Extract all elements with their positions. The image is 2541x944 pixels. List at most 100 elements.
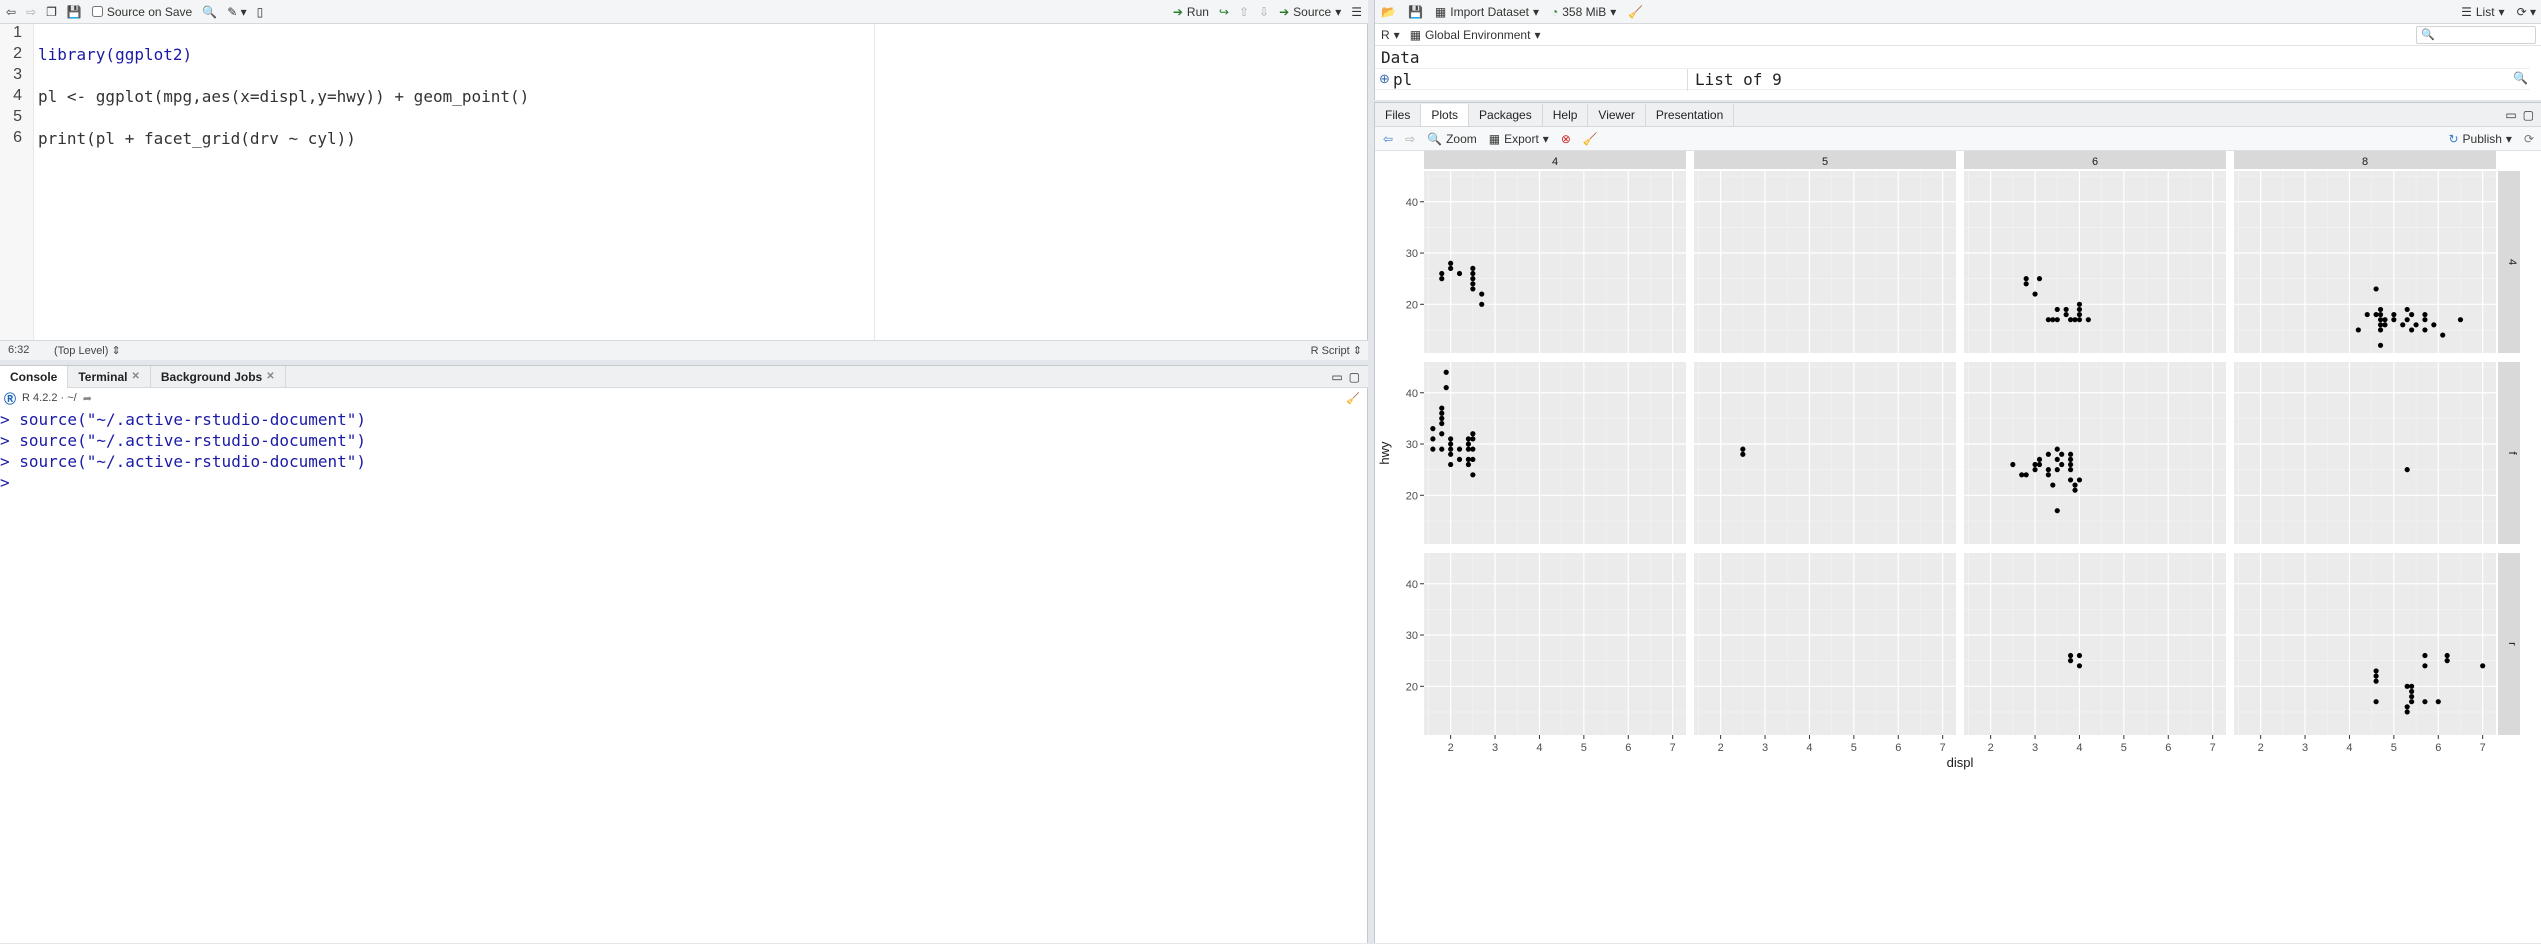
clear-workspace-broom-icon[interactable]: 🧹 <box>1628 5 1643 19</box>
zoom-label: Zoom <box>1446 131 1477 146</box>
rerun-icon[interactable]: ↪ <box>1219 5 1229 19</box>
compile-report-icon[interactable]: ▯ <box>257 5 264 19</box>
data-point <box>2373 699 2379 705</box>
variable-value: List of 9 <box>1695 70 1782 89</box>
refresh-plot-icon[interactable]: ⟳ <box>2524 132 2534 146</box>
go-up-icon[interactable]: ⇧ <box>1239 5 1249 19</box>
document-outline-icon[interactable]: ☰ <box>1351 5 1362 19</box>
tab-help[interactable]: Help <box>1543 103 1589 126</box>
close-icon[interactable]: ✕ <box>266 371 274 382</box>
refresh-icon[interactable]: ⟳ ▾ <box>2517 5 2536 19</box>
code-area[interactable]: library(ggplot2) pl <- ggplot(mpg,aes(x=… <box>34 24 1368 340</box>
data-point <box>2054 446 2060 452</box>
show-in-window-icon[interactable]: ❐ <box>46 5 57 19</box>
forward-arrow-icon[interactable]: ⇨ <box>26 5 36 19</box>
console-output[interactable]: > source("~/.active-rstudio-document") >… <box>0 410 1368 944</box>
data-point <box>2413 322 2419 328</box>
scope-selector[interactable]: (Top Level) ⇕ <box>54 344 121 357</box>
tab-terminal[interactable]: Terminal ✕ <box>68 365 151 388</box>
run-arrow-icon: ➔ <box>1172 4 1183 19</box>
export-button[interactable]: ▦ Export ▾ <box>1489 132 1549 146</box>
print-margin-line <box>874 24 875 340</box>
x-tick-label: 5 <box>1851 742 1857 754</box>
import-dataset-button[interactable]: ▦ Import Dataset ▾ <box>1435 5 1539 19</box>
magnifier-icon: 🔍 <box>1427 131 1443 146</box>
files-tabbar: Files Plots Packages Help Viewer Present… <box>1375 103 2541 127</box>
environment-search-input[interactable]: 🔍 <box>2416 25 2536 44</box>
x-tick-label: 7 <box>2480 742 2486 754</box>
data-point <box>1439 420 1445 427</box>
go-down-icon[interactable]: ⇩ <box>1259 5 1269 19</box>
x-tick-label: 4 <box>2346 742 2352 754</box>
data-point <box>2072 482 2078 488</box>
save-workspace-icon[interactable]: 💾 <box>1408 5 1423 19</box>
x-tick-label: 2 <box>2258 742 2264 754</box>
file-type-selector[interactable]: R Script ⇕ <box>1311 344 1362 357</box>
maximize-pane-icon[interactable]: ▢ <box>1349 370 1360 384</box>
source-button[interactable]: ➔ Source ▾ <box>1279 5 1341 19</box>
data-point <box>2072 317 2078 323</box>
load-workspace-icon[interactable]: 📂 <box>1381 5 1396 19</box>
data-point <box>2431 322 2437 328</box>
tab-plots[interactable]: Plots <box>1421 103 1470 126</box>
files-plots-pane: Files Plots Packages Help Viewer Present… <box>1374 102 2541 943</box>
data-point <box>2036 456 2043 463</box>
import-dataset-label: Import Dataset <box>1450 4 1529 19</box>
data-point <box>2404 306 2410 313</box>
data-point <box>2377 327 2384 333</box>
y-tick-label: 40 <box>1406 197 1418 209</box>
minimize-pane-icon[interactable]: ▭ <box>2505 108 2516 122</box>
tab-label: Packages <box>1479 107 1532 122</box>
view-mode-button[interactable]: ☰ List ▾ <box>2461 5 2504 19</box>
code-tools-wand-icon[interactable]: ✎ ▾ <box>227 5 246 19</box>
view-mode-label: List <box>2475 4 2495 19</box>
tab-console[interactable]: Console <box>0 365 69 388</box>
data-point <box>2050 317 2056 323</box>
memory-usage-button[interactable]: ◔ 358 MiB ▾ <box>1551 5 1616 19</box>
scope-dropdown[interactable]: ▦ Global Environment ▾ <box>1410 28 1541 42</box>
clear-plots-broom-icon[interactable]: 🧹 <box>1583 132 1598 146</box>
clear-console-icon[interactable]: 🧹 <box>1346 392 1360 405</box>
data-point <box>2076 663 2083 669</box>
language-selector[interactable]: R ▾ <box>1381 28 1400 42</box>
next-plot-icon[interactable]: ⇨ <box>1405 132 1415 146</box>
expand-icon[interactable]: ⊕ <box>1379 71 1390 87</box>
data-point <box>2409 327 2415 333</box>
data-point <box>1443 369 1449 375</box>
data-point <box>1479 301 1485 307</box>
close-icon[interactable]: ✕ <box>131 371 139 382</box>
remove-plot-icon[interactable]: ⊗ <box>1561 132 1571 146</box>
x-tick-label: 3 <box>1762 742 1768 754</box>
search-icon[interactable]: 🔍 <box>202 5 217 19</box>
source-on-save-box[interactable] <box>91 6 103 17</box>
data-point <box>2404 467 2410 473</box>
line-number: 1 <box>13 24 22 41</box>
data-point <box>1465 446 1472 452</box>
publish-button[interactable]: ↻ Publish ▾ <box>2448 132 2511 146</box>
tab-files[interactable]: Files <box>1375 103 1422 126</box>
source-on-save-label: Source on Save <box>106 4 193 19</box>
data-point <box>1448 451 1454 457</box>
export-image-icon: ▦ <box>1488 131 1501 146</box>
console-pane: Console Terminal ✕ Background Jobs ✕ ▭ ▢ Ⓡ… <box>0 365 1368 943</box>
tab-packages[interactable]: Packages <box>1469 103 1543 126</box>
back-arrow-icon[interactable]: ⇦ <box>6 5 16 19</box>
zoom-button[interactable]: 🔍 Zoom <box>1427 132 1477 146</box>
run-button[interactable]: ➔ Run <box>1173 5 1209 19</box>
save-icon[interactable]: 💾 <box>67 5 82 19</box>
data-point <box>2377 317 2384 323</box>
data-point <box>2045 472 2051 478</box>
tab-viewer[interactable]: Viewer <box>1588 103 1646 126</box>
maximize-pane-icon[interactable]: ▢ <box>2523 108 2534 122</box>
view-search-icon[interactable]: 🔍 <box>2513 71 2528 85</box>
environment-row[interactable]: ⊕ pl List of 9 🔍 <box>1375 68 2530 91</box>
tab-background-jobs[interactable]: Background Jobs ✕ <box>151 365 286 388</box>
source-on-save-checkbox[interactable]: Source on Save <box>91 4 193 19</box>
previous-plot-icon[interactable]: ⇦ <box>1383 132 1393 146</box>
data-point <box>2063 306 2069 313</box>
goto-directory-icon[interactable]: ➦ <box>83 392 92 405</box>
data-point <box>2076 301 2083 307</box>
panel-background <box>2234 362 2496 544</box>
minimize-pane-icon[interactable]: ▭ <box>1331 370 1342 384</box>
tab-presentation[interactable]: Presentation <box>1646 103 1735 126</box>
